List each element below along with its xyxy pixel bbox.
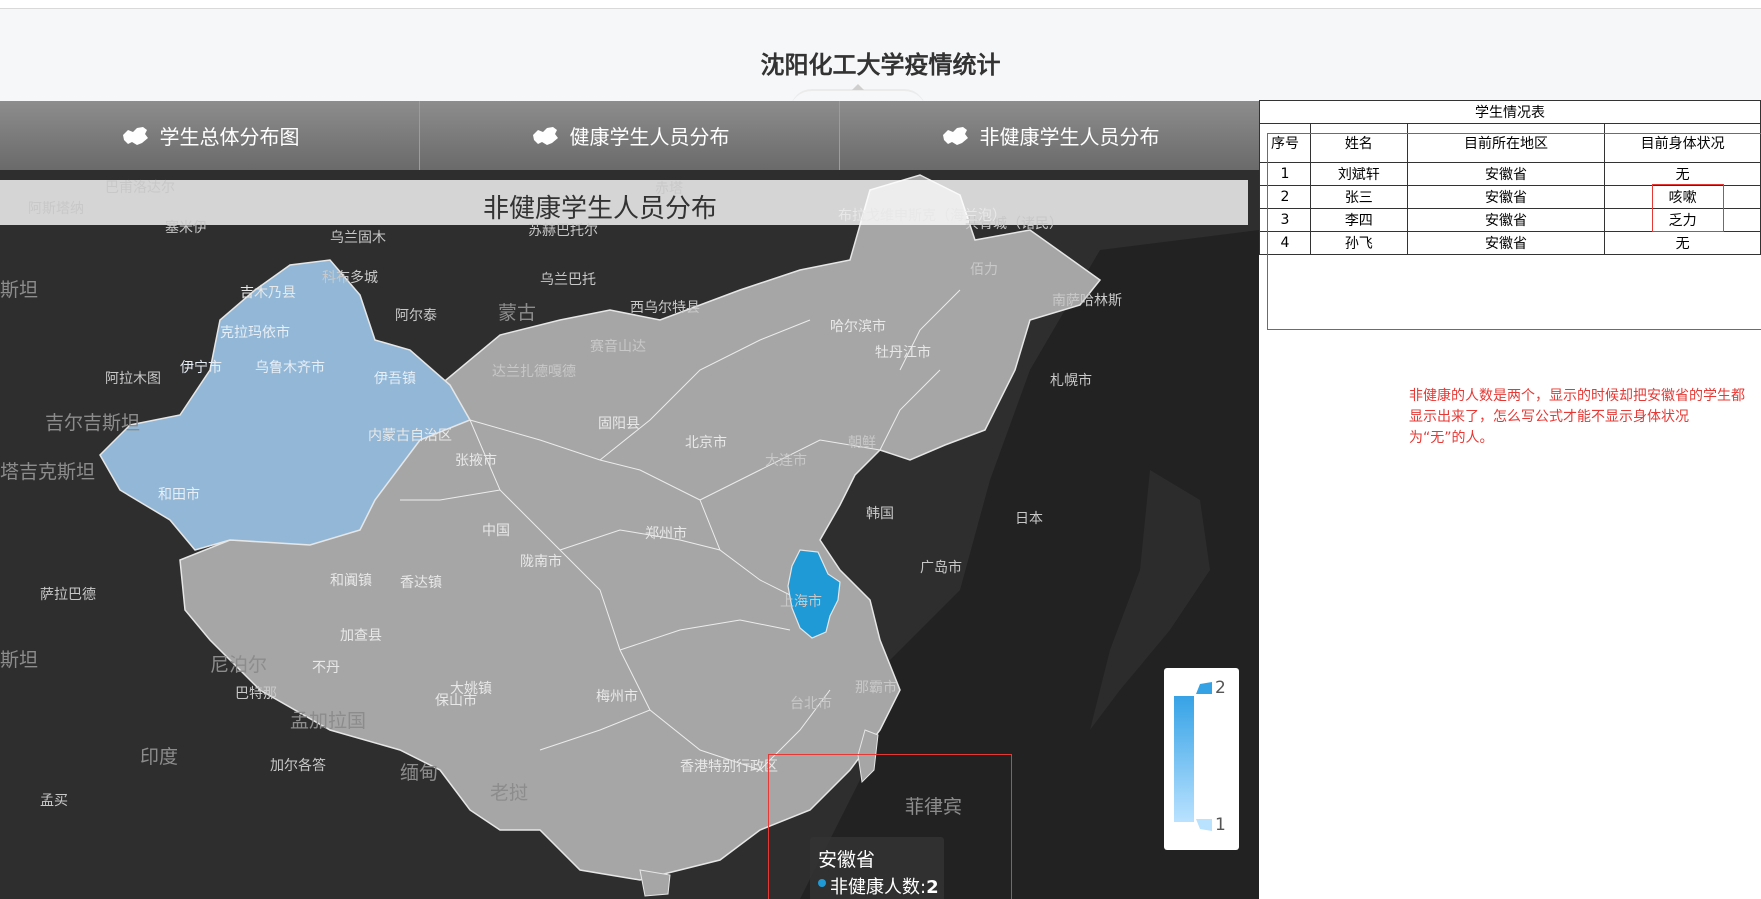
china-map-icon (122, 126, 148, 145)
legend-gradient-bar (1174, 696, 1194, 822)
tooltip-value: 2 (926, 877, 939, 898)
map-place-label: 佰力 (970, 262, 998, 278)
map-place-label: 台北市 (790, 696, 832, 712)
map-place-label: 大连市 (765, 453, 807, 469)
map-place-label: 香港特别行政区 (680, 759, 778, 775)
tab-healthy-distribution[interactable]: 健康学生人员分布 (420, 101, 840, 170)
right-panel: 学生情况表 序号 姓名 目前所在地区 目前身体状况 1 刘斌轩 安徽省 无 2 … (1259, 100, 1761, 899)
page-title: 沈阳化工大学疫情统计 (760, 51, 1001, 79)
legend-min-label: 1 (1215, 815, 1226, 835)
map-place-label: 加查县 (340, 628, 382, 644)
map-place-label: 内蒙古自治区 (368, 428, 452, 444)
legend-handle-bottom[interactable] (1196, 819, 1212, 831)
map-place-label: 巴特那 (235, 686, 277, 702)
map-place-label: 赛音山达 (590, 339, 646, 355)
map-place-label: 乌兰固木 (330, 230, 386, 246)
map-place-label: 克拉玛依市 (220, 325, 290, 341)
tab-label: 健康学生人员分布 (569, 125, 730, 149)
map-place-label: 乌兰巴托 (540, 272, 596, 288)
map-place-label: 伊吾镇 (374, 371, 416, 387)
map-place-label: 陇南市 (520, 554, 562, 570)
tab-bar: 学生总体分布图 健康学生人员分布 非健康学生人员分布 (0, 101, 1259, 170)
map-place-label: 札幌市 (1050, 373, 1092, 389)
map-place-label: 哈尔滨市 (830, 319, 886, 335)
map-place-label: 达兰扎德嘎德 (492, 364, 576, 380)
map-place-label: 尼泊尔 (210, 654, 268, 676)
map-place-label: 蒙古 (498, 302, 537, 324)
map-place-label: 萨拉巴德 (40, 587, 96, 603)
china-map-icon (942, 126, 968, 145)
map-place-label: 和田市 (158, 487, 200, 503)
map-place-label: 孟加拉国 (290, 710, 367, 732)
map-place-label: 西乌尔特县 (630, 300, 700, 316)
china-map[interactable]: 非健康学生人员分布 巴甫洛达尔 阿斯塔纳 塞米伊 乌兰固木 苏赫巴托尔 赤塔 共青城（诸民）… (0, 170, 1259, 899)
map-place-label: 斯坦 (0, 279, 39, 301)
map-place-label: 张掖市 (455, 453, 497, 469)
map-place-label: 梅州市 (596, 689, 638, 705)
map-place-label: 塞米伊 (165, 220, 207, 236)
china-map-icon (532, 126, 558, 145)
map-canvas (0, 170, 1259, 899)
map-place-label: 日本 (1015, 511, 1043, 527)
legend-handle-top[interactable] (1196, 682, 1212, 694)
map-place-label: 吉木乃县 (240, 285, 296, 301)
map-place-label: 缅甸 (400, 762, 439, 784)
tooltip-title: 安徽省 (818, 849, 876, 871)
map-place-label: 孟买 (40, 793, 68, 809)
map-place-label: 阿尔泰 (395, 308, 437, 324)
tab-overall-distribution[interactable]: 学生总体分布图 (0, 101, 420, 170)
map-place-label: 布拉戈维申斯克（海兰泡） (838, 208, 1006, 224)
map-place-label: 固阳县 (598, 416, 640, 432)
map-place-label: 塔吉克斯坦 (0, 461, 96, 483)
visual-map-legend[interactable]: 2 1 (1164, 668, 1239, 850)
tooltip-label: 非健康人数: (830, 877, 927, 898)
tab-label: 学生总体分布图 (159, 125, 300, 149)
map-tooltip: 安徽省 非健康人数:2 (810, 837, 944, 899)
map-place-label: 吉尔吉斯坦 (45, 412, 141, 434)
page-header: 沈阳化工大学疫情统计 (0, 9, 1761, 101)
map-place-label: 中国 (482, 523, 510, 539)
map-place-label: 加尔各答 (270, 758, 326, 774)
annotation-note: 非健康的人数是两个，显示的时候却把安徽省的学生都显示出来了，怎么写公式才能不显示… (1409, 388, 1745, 446)
tooltip-text: 非健康人数:2 (830, 873, 939, 899)
table-caption: 学生情况表 (1259, 100, 1761, 124)
map-place-label: 上海市 (780, 594, 822, 610)
map-place-label: 韩国 (866, 506, 894, 522)
map-place-label: 印度 (140, 746, 179, 768)
tooltip-marker-dot (818, 879, 826, 887)
map-place-label: 斯坦 (0, 649, 39, 671)
annotation-box-status (1652, 184, 1724, 232)
map-place-label: 不丹 (312, 660, 340, 676)
tab-unhealthy-distribution[interactable]: 非健康学生人员分布 (840, 101, 1259, 170)
map-place-label: 老挝 (490, 782, 529, 804)
map-place-label: 阿拉木图 (105, 371, 161, 387)
map-place-label: 广岛市 (920, 560, 962, 576)
map-place-label: 伊宁市 (180, 360, 222, 376)
map-place-label: 和阗镇 (330, 573, 372, 589)
map-place-label: 科布多城 (322, 270, 378, 286)
map-place-label: 南萨哈林斯 (1052, 293, 1122, 309)
region-hainan (639, 869, 671, 897)
map-place-label: 郑州市 (645, 526, 687, 542)
map-place-label: 苏赫巴托尔 (528, 223, 598, 239)
map-place-label: 香达镇 (400, 575, 442, 591)
map-place-label: 北京市 (685, 435, 727, 451)
map-place-label: 朝鲜 (848, 435, 876, 451)
map-place-label: 乌鲁木齐市 (255, 360, 325, 376)
legend-max-label: 2 (1215, 678, 1226, 698)
map-place-label: 那霸市 (855, 680, 897, 696)
map-place-label: 保山市 (435, 693, 477, 709)
tab-label: 非健康学生人员分布 (979, 125, 1160, 149)
map-place-label: 阿斯塔纳 (28, 201, 84, 217)
map-place-label: 巴甫洛达尔 (105, 180, 175, 196)
map-place-label: 牡丹江市 (875, 345, 931, 361)
map-place-label: 赤塔 (655, 181, 683, 197)
